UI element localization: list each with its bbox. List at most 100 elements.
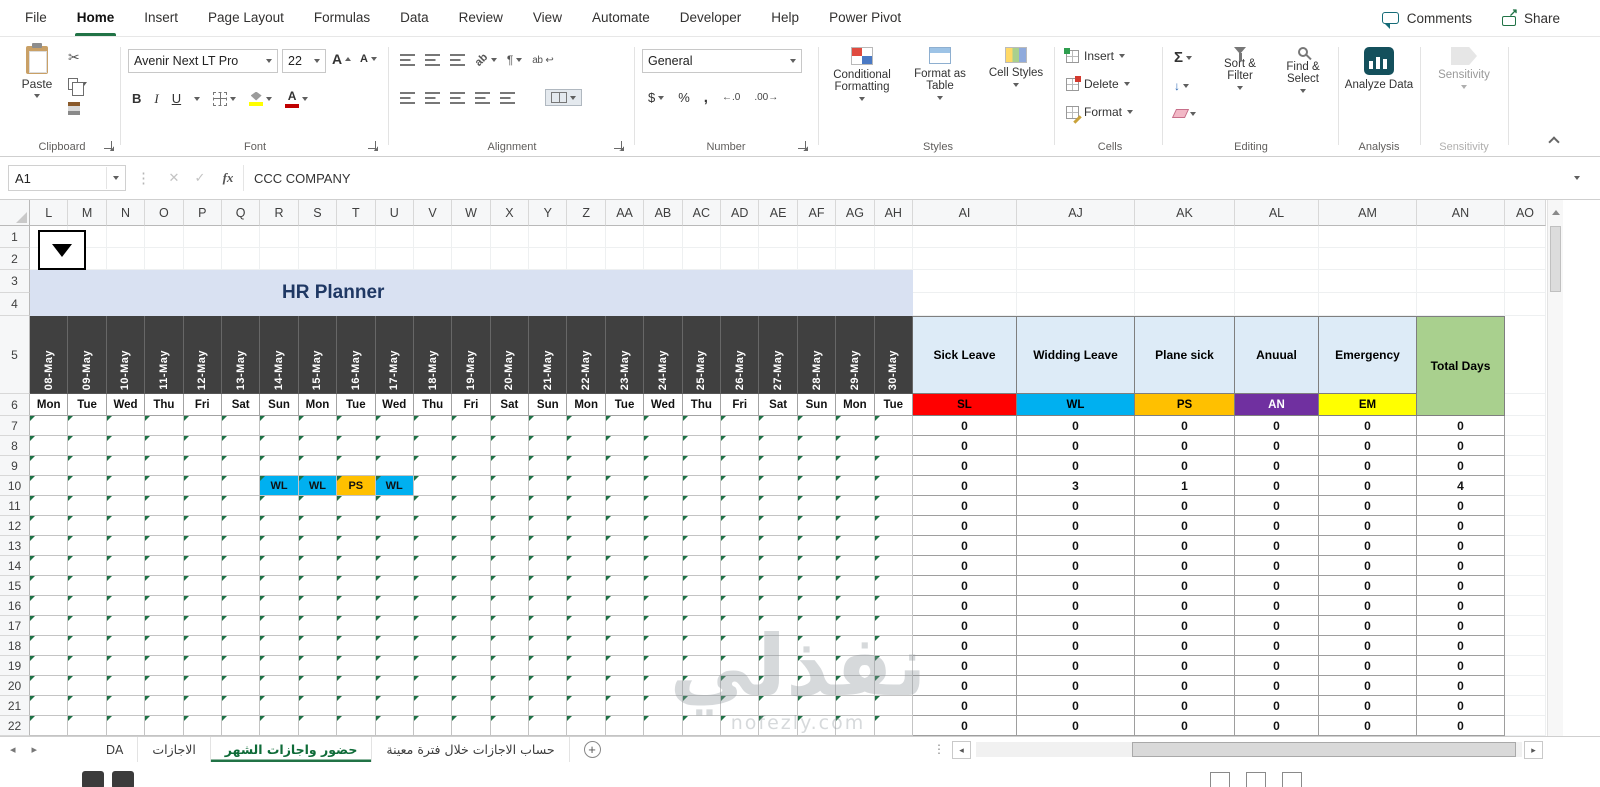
calendar-cell[interactable] (106, 716, 146, 736)
leave-value-cell[interactable]: 0 (1134, 636, 1235, 656)
calendar-cell[interactable] (874, 676, 913, 696)
empty-cell[interactable] (912, 293, 1017, 316)
date-header-cell[interactable]: 12-May (183, 316, 222, 394)
leave-value-cell[interactable]: 0 (912, 476, 1017, 496)
empty-cell[interactable] (1234, 270, 1319, 293)
day-cell[interactable]: Mon (298, 394, 338, 416)
calendar-cell[interactable] (797, 536, 837, 556)
empty-cell[interactable] (682, 248, 722, 270)
leave-value-cell[interactable]: 0 (1416, 596, 1505, 616)
calendar-cell[interactable] (721, 516, 760, 536)
calendar-cell[interactable] (682, 476, 722, 496)
ribbon-tab-file[interactable]: File (10, 0, 62, 36)
row-header-5[interactable]: 5 (0, 316, 30, 394)
calendar-cell[interactable] (490, 616, 530, 636)
empty-cell[interactable] (1504, 293, 1546, 316)
calendar-cell[interactable] (298, 496, 338, 516)
ribbon-tab-developer[interactable]: Developer (665, 0, 757, 36)
day-cell[interactable]: Wed (106, 394, 146, 416)
empty-cell[interactable] (145, 248, 184, 270)
calendar-cell[interactable] (529, 576, 568, 596)
calendar-cell[interactable] (106, 676, 146, 696)
empty-cell[interactable] (682, 226, 722, 248)
name-box-dropdown-icon[interactable] (113, 176, 119, 180)
calendar-cell[interactable] (529, 416, 568, 436)
calendar-cell[interactable] (836, 576, 875, 596)
column-header-Z[interactable]: Z (567, 200, 606, 226)
page-break-view-icon[interactable] (1282, 772, 1302, 787)
calendar-cell[interactable] (874, 536, 913, 556)
calendar-cell[interactable] (375, 436, 414, 456)
calendar-cell[interactable] (721, 716, 760, 736)
calendar-cell[interactable] (605, 496, 645, 516)
column-header-S[interactable]: S (298, 200, 338, 226)
empty-cell[interactable] (836, 248, 875, 270)
calendar-cell[interactable] (721, 696, 760, 716)
empty-cell[interactable] (337, 226, 376, 248)
calendar-cell[interactable] (106, 656, 146, 676)
tab-bar-splitter[interactable]: ⋮ (933, 742, 945, 756)
date-header-cell[interactable]: 20-May (490, 316, 530, 394)
calendar-cell[interactable] (221, 556, 261, 576)
row-header-17[interactable]: 17 (0, 616, 30, 636)
ribbon-tab-power-pivot[interactable]: Power Pivot (814, 0, 916, 36)
leave-value-cell[interactable]: 0 (1016, 516, 1135, 536)
calendar-cell[interactable] (874, 656, 913, 676)
calendar-cell[interactable] (721, 656, 760, 676)
calendar-cell[interactable] (605, 516, 645, 536)
calendar-cell[interactable] (644, 436, 683, 456)
row-header-2[interactable]: 2 (0, 248, 30, 270)
calendar-cell[interactable] (145, 556, 184, 576)
calendar-cell[interactable] (605, 416, 645, 436)
calendar-cell[interactable] (145, 476, 184, 496)
leave-value-cell[interactable]: 0 (1416, 556, 1505, 576)
date-header-cell[interactable]: 14-May (260, 316, 299, 394)
leave-value-cell[interactable]: 0 (1134, 516, 1235, 536)
calendar-cell[interactable] (68, 536, 107, 556)
calendar-cell[interactable] (529, 556, 568, 576)
day-cell[interactable]: Tue (68, 394, 107, 416)
row-header-16[interactable]: 16 (0, 596, 30, 616)
empty-cell[interactable] (221, 226, 261, 248)
calendar-cell[interactable] (644, 576, 683, 596)
calendar-cell[interactable] (529, 456, 568, 476)
date-header-cell[interactable]: 24-May (644, 316, 683, 394)
leave-value-cell[interactable]: 0 (1134, 456, 1235, 476)
column-header-X[interactable]: X (490, 200, 530, 226)
leave-value-cell[interactable]: 0 (1016, 576, 1135, 596)
empty-cell[interactable] (1504, 270, 1546, 293)
calendar-cell[interactable] (644, 676, 683, 696)
calendar-cell[interactable] (145, 676, 184, 696)
calendar-cell[interactable] (183, 596, 222, 616)
calendar-cell[interactable] (30, 536, 69, 556)
empty-cell[interactable] (1504, 596, 1546, 616)
calendar-cell[interactable] (836, 436, 875, 456)
calendar-cell[interactable] (567, 436, 606, 456)
empty-cell[interactable] (1504, 716, 1546, 736)
leave-value-cell[interactable]: 0 (1234, 496, 1319, 516)
calendar-cell[interactable] (145, 636, 184, 656)
text-direction-button[interactable]: ¶ (507, 53, 523, 67)
calendar-cell[interactable] (529, 716, 568, 736)
calendar-cell[interactable] (797, 656, 837, 676)
empty-cell[interactable] (874, 226, 913, 248)
calendar-cell[interactable] (605, 616, 645, 636)
calendar-cell[interactable] (413, 696, 453, 716)
calendar-cell[interactable] (413, 616, 453, 636)
calendar-cell[interactable] (337, 596, 376, 616)
calendar-cell[interactable] (644, 496, 683, 516)
calendar-cell[interactable] (836, 636, 875, 656)
empty-cell[interactable] (1318, 226, 1417, 248)
calendar-cell[interactable] (183, 636, 222, 656)
calendar-cell[interactable] (375, 656, 414, 676)
calendar-cell[interactable] (337, 416, 376, 436)
cut-button[interactable]: ✂ (68, 49, 87, 66)
leave-value-cell[interactable]: 0 (912, 636, 1017, 656)
row-header-13[interactable]: 13 (0, 536, 30, 556)
leave-value-cell[interactable]: 0 (1134, 616, 1235, 636)
calendar-cell[interactable] (337, 656, 376, 676)
calendar-cell[interactable] (221, 696, 261, 716)
sheet-tab-3[interactable]: حساب الاجازات خلال فترة معينة (372, 737, 570, 762)
scroll-right-icon[interactable]: ▸ (1524, 741, 1543, 759)
column-header-AL[interactable]: AL (1234, 200, 1319, 226)
